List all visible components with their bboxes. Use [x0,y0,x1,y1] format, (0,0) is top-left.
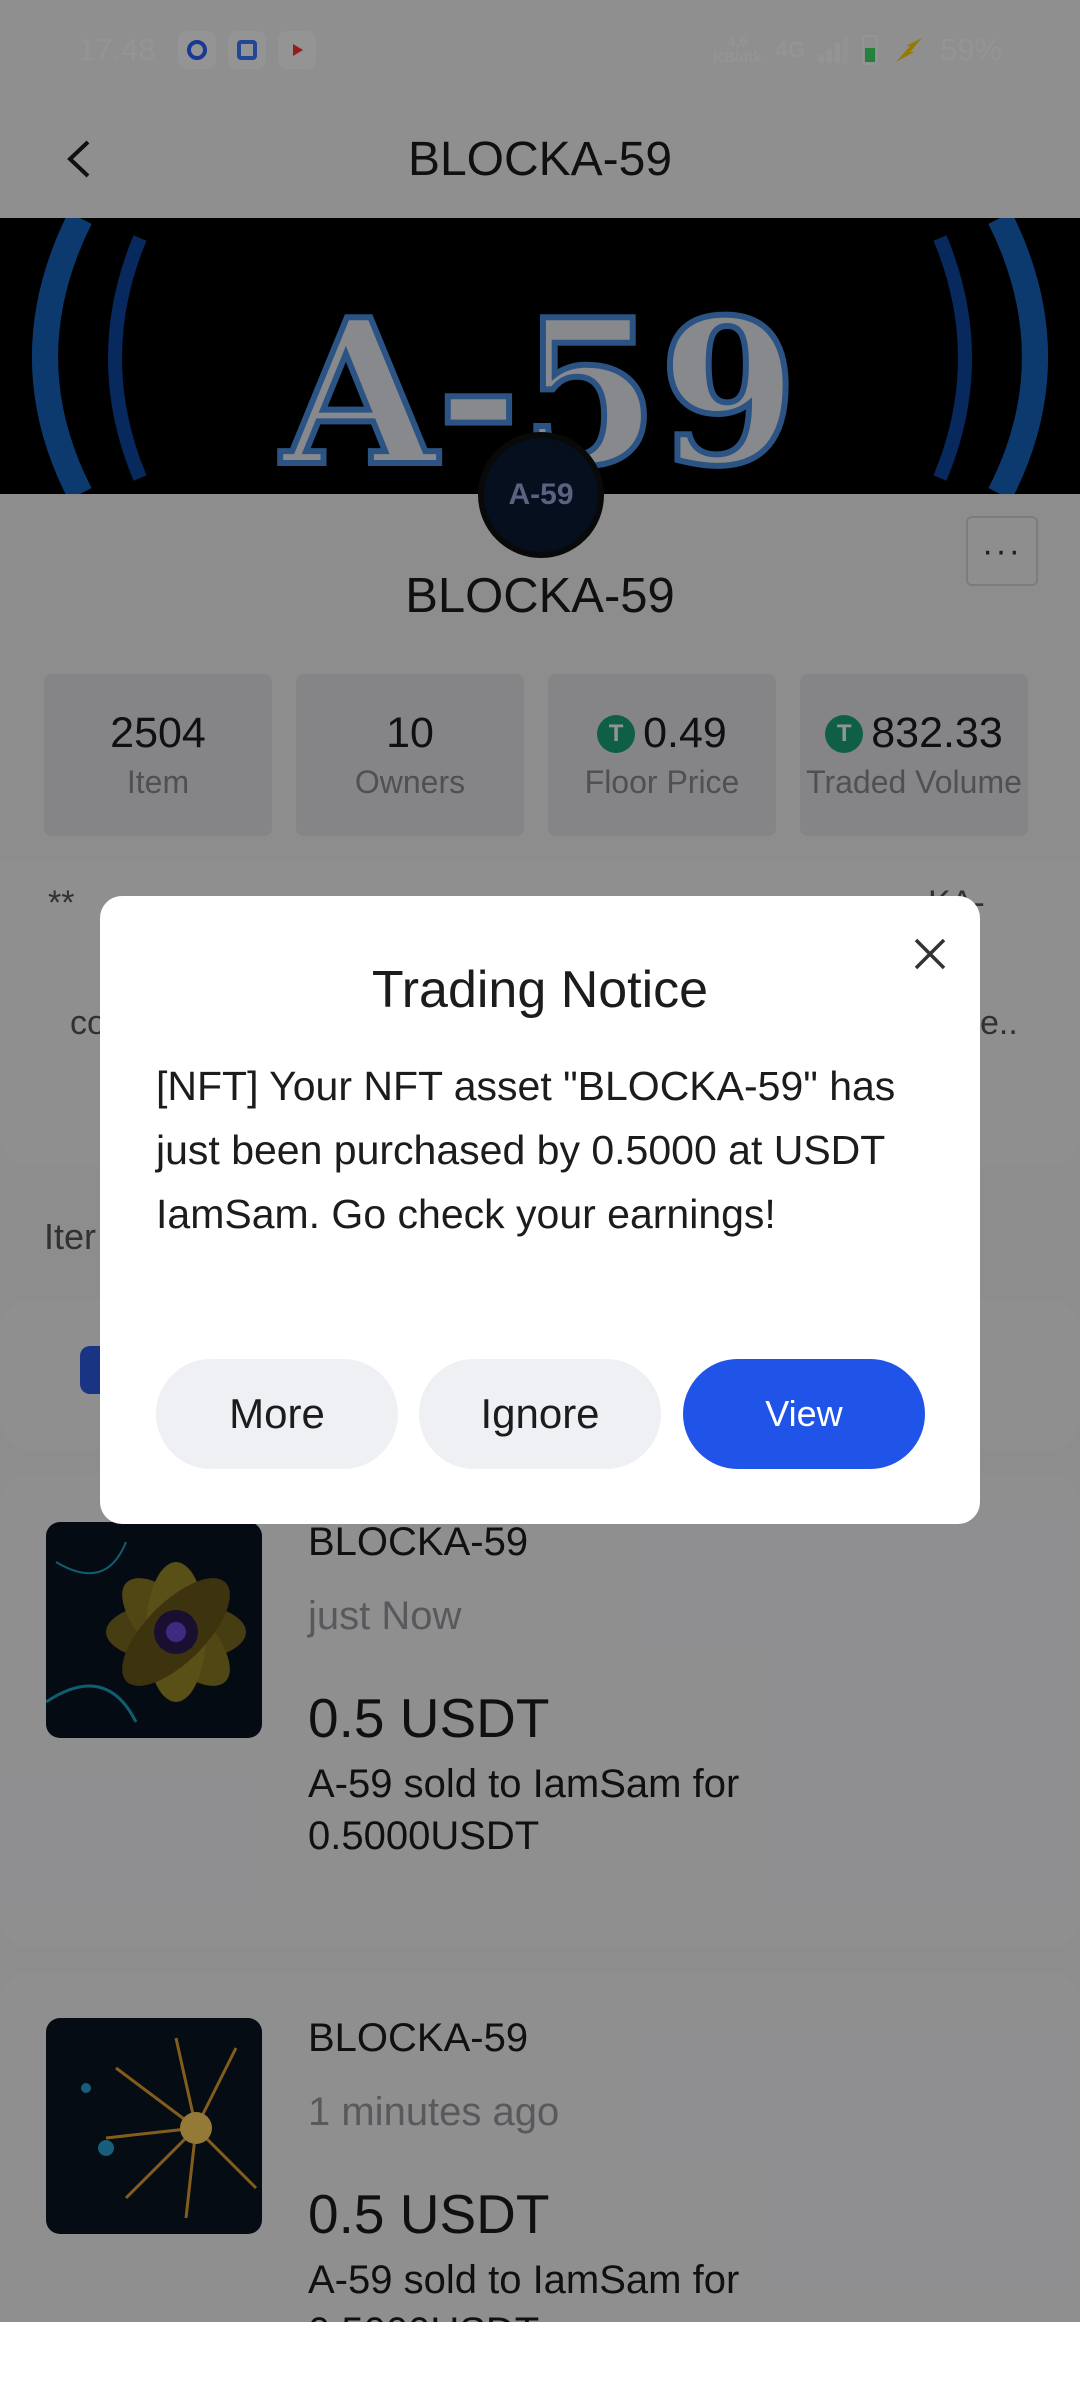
dialog-title: Trading Notice [371,961,709,1019]
dialog-message: [NFT] Your NFT asset "BLOCKA-59" has jus… [156,1063,896,1237]
trading-notice-dialog: Trading Notice [NFT] Your NFT asset "BLO… [100,896,980,1524]
view-button[interactable]: View [683,1359,925,1469]
more-button[interactable]: More [156,1359,398,1469]
bottom-edge [0,2322,1080,2388]
ignore-button[interactable]: Ignore [419,1359,661,1469]
